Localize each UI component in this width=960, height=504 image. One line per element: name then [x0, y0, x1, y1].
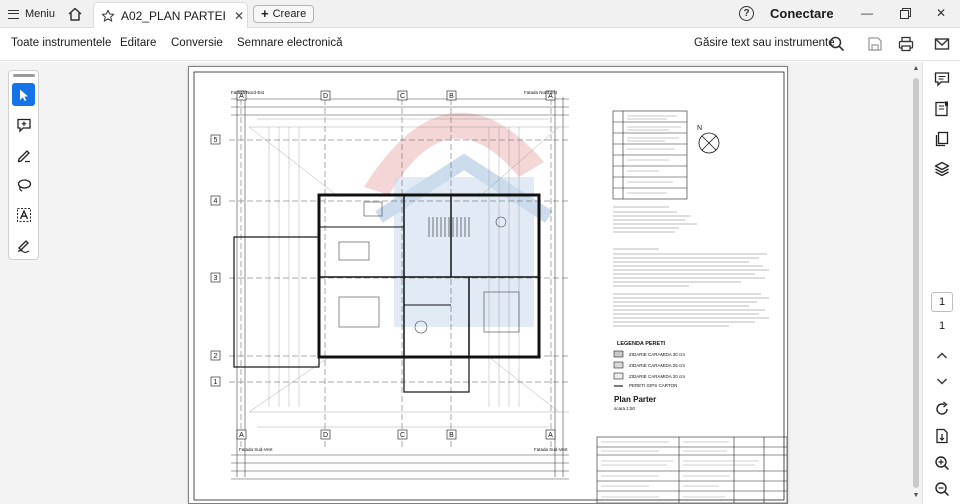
comments-icon[interactable]	[933, 70, 951, 88]
legend-title: LEGENDA PERETI	[617, 341, 666, 347]
create-label: Creare	[272, 8, 307, 20]
grid-label: 2	[214, 353, 218, 360]
comment-add-icon	[16, 118, 31, 133]
plan-title: Plan Parter	[614, 395, 657, 404]
facade-label: Fatada Sud-Vest	[534, 447, 568, 452]
convert-menu[interactable]: Conversie	[171, 37, 223, 49]
sign-tool[interactable]	[12, 233, 35, 256]
plus-icon: +	[261, 6, 269, 21]
menu-label: Meniu	[25, 8, 55, 20]
facade-label: Fatada Nord-Est	[524, 90, 558, 95]
facade-label: Fatada Sud-Vest	[239, 447, 273, 452]
chevron-down-icon[interactable]	[933, 372, 951, 390]
restore-icon[interactable]	[894, 4, 916, 22]
tab-title: A02_PLAN PARTER...	[121, 8, 225, 23]
grid-label: D	[323, 432, 328, 439]
grid-label: 3	[214, 275, 218, 282]
edit-menu[interactable]: Editare	[120, 37, 156, 49]
grid-label: C	[400, 432, 405, 439]
facade-label: Fatada Nord-Est	[231, 90, 265, 95]
select-tool[interactable]	[12, 83, 35, 106]
star-icon[interactable]	[101, 9, 115, 23]
all-tools-menu[interactable]: Toate instrumentele	[11, 37, 111, 49]
hamburger-icon	[8, 9, 19, 19]
legend-item: ZIDARIE CARAMIDA 30 cm	[629, 352, 686, 357]
scroll-thumb[interactable]	[913, 78, 919, 488]
lasso-tool[interactable]	[12, 173, 35, 196]
text-select-tool[interactable]	[12, 203, 35, 226]
scroll-down-icon[interactable]: ▼	[912, 492, 920, 499]
create-button[interactable]: + Creare	[253, 5, 315, 23]
print-icon[interactable]	[897, 35, 915, 53]
document-tab[interactable]: A02_PLAN PARTER... ✕	[93, 2, 248, 28]
zoom-in-icon[interactable]	[933, 454, 951, 472]
plan-scale: scara 1:50	[614, 406, 636, 411]
grid-label: C	[400, 93, 405, 100]
e-sign-menu[interactable]: Semnare electronică	[237, 37, 342, 49]
right-rail: 1 1	[922, 62, 960, 504]
title-block	[596, 436, 787, 503]
tab-bar: Meniu A02_PLAN PARTER... ✕ + Creare ? Co…	[0, 0, 960, 28]
grid-label: 1	[214, 379, 218, 386]
grid-label: B	[449, 432, 454, 439]
close-tab-icon[interactable]: ✕	[231, 9, 247, 23]
pen-icon	[17, 149, 30, 162]
left-panel	[0, 62, 168, 504]
total-pages: 1	[938, 320, 946, 332]
signature-pen-icon	[17, 239, 29, 253]
grid-label: A	[548, 432, 553, 439]
current-page-input[interactable]: 1	[931, 292, 953, 312]
text-box-icon	[16, 207, 31, 222]
pages-icon[interactable]	[933, 130, 951, 148]
rail-drag-handle[interactable]	[13, 74, 35, 77]
vertical-scrollbar[interactable]: ▲ ▼	[910, 62, 922, 504]
rotate-icon[interactable]	[933, 400, 951, 418]
document-viewport[interactable]: A D C B A A D C B A 5 4 3 2 1 Fatada Nor…	[168, 62, 910, 504]
grid-label: B	[449, 93, 454, 100]
chevron-up-icon[interactable]	[933, 347, 951, 365]
quick-tools-rail	[8, 70, 39, 260]
legend-item: ZIDARIE CARAMIDA 25 cm	[629, 363, 686, 368]
zoom-out-icon[interactable]	[933, 480, 951, 498]
cursor-icon	[19, 89, 28, 101]
north-arrow	[698, 132, 720, 154]
legend-item: ZIDARIE CARAMIDA 20 cm	[629, 374, 686, 379]
search-tools-label[interactable]: Găsire text sau instrumente	[694, 37, 835, 49]
home-icon[interactable]	[66, 5, 84, 23]
layers-icon[interactable]	[933, 160, 951, 178]
pdf-page[interactable]: A D C B A A D C B A 5 4 3 2 1 Fatada Nor…	[188, 66, 788, 504]
main-toolbar: Toate instrumentele Editare Conversie Se…	[0, 28, 960, 61]
help-icon[interactable]: ?	[739, 6, 754, 21]
menu-button[interactable]: Meniu	[8, 3, 55, 25]
draw-tool[interactable]	[12, 143, 35, 166]
grid-label: A	[239, 432, 244, 439]
lasso-icon	[17, 178, 31, 192]
comment-tool[interactable]	[12, 113, 35, 136]
grid-label: D	[323, 93, 328, 100]
minimize-icon[interactable]: —	[856, 4, 878, 22]
grid-label: 5	[214, 137, 218, 144]
search-icon[interactable]	[828, 35, 846, 53]
page-scroll-icon[interactable]	[933, 427, 951, 445]
floor-plan-drawing: A D C B A A D C B A 5 4 3 2 1 Fatada Nor…	[193, 71, 787, 503]
mail-icon[interactable]	[933, 35, 951, 53]
north-label: N	[697, 125, 702, 132]
legend-item: PERETI GIPS CARTON	[629, 383, 678, 388]
grid-label: 4	[214, 198, 218, 205]
close-window-icon[interactable]: ✕	[930, 4, 952, 22]
watermark-logo	[364, 112, 553, 327]
bookmarks-icon[interactable]	[933, 100, 951, 118]
signin-button[interactable]: Conectare	[770, 6, 834, 21]
scroll-up-icon[interactable]: ▲	[912, 65, 920, 72]
save-icon[interactable]	[866, 35, 884, 53]
